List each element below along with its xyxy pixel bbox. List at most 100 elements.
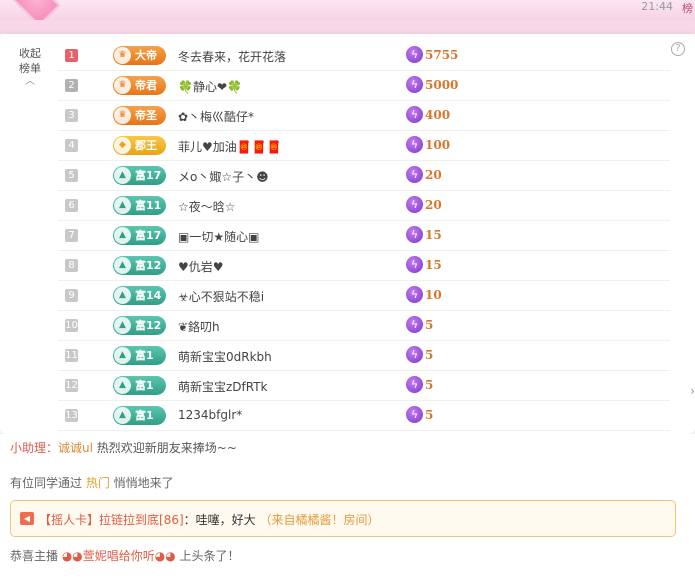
level-icon: ▲	[114, 167, 131, 184]
ranking-row[interactable]: 3 ♛ 帝圣 ✿丶梅巛酷仔* ϟ 400	[58, 101, 670, 131]
badge-label: 富1	[135, 379, 154, 392]
ranking-row[interactable]: 4 ◆ 郡王 菲儿♥加油🧧🧧🧧 ϟ 100	[58, 131, 670, 161]
ranking-row[interactable]: 11 ▲ 富1 萌新宝宝0dRkbh ϟ 5	[58, 341, 670, 371]
username[interactable]: 1234bfglr*	[178, 408, 242, 422]
badge-label: 郡王	[135, 139, 157, 152]
ranking-row[interactable]: 1 ♛ 大帝 冬去春来，花开花落 ϟ 5755	[58, 41, 670, 71]
level-badge: ▲ 富12	[113, 256, 166, 275]
lightning-icon: ϟ	[406, 226, 423, 243]
top-tab-label[interactable]: 榜	[682, 0, 693, 16]
rank-number: 7	[65, 229, 78, 242]
contribution-amount: 15	[425, 228, 442, 242]
ranking-panel: 收起 榜单 ︿ ? 1 ♛ 大帝 冬去春来，花开花落 ϟ 5755 2 ♛ 帝君 🍀静心❤🍀 ϟ 50…	[0, 34, 695, 434]
shake-card-tag: 【摇人卡】	[39, 513, 100, 527]
crown-icon: ♛	[114, 47, 131, 64]
chevron-right-icon[interactable]: ›	[690, 384, 695, 398]
ranking-row[interactable]: 7 ▲ 富17 ▣一切★随心▣ ϟ 15	[58, 221, 670, 251]
level-badge: ▲ 富1	[113, 406, 166, 425]
level-badge: ▲ 富1	[113, 376, 166, 395]
lightning-icon: ϟ	[406, 196, 423, 213]
badge-label: 富17	[135, 169, 162, 182]
username[interactable]: メo丶娵☆子丶☻	[178, 168, 269, 185]
username[interactable]: ☣心不狠站不稳i	[178, 288, 264, 305]
username[interactable]: 萌新宝宝zDfRTk	[178, 378, 268, 395]
crown-icon: ♛	[114, 107, 131, 124]
chevron-up-icon: ︿	[25, 76, 35, 87]
shake-card-message: ◀ 【摇人卡】拉链拉到底[86]：哇噻，好大 （来自橘橘酱！房间）	[10, 500, 676, 537]
username[interactable]: 🍀静心❤🍀	[178, 78, 242, 95]
level-badge: ▲ 富11	[113, 196, 166, 215]
badge-label: 富11	[135, 199, 162, 212]
rank-number: 9	[65, 289, 78, 302]
contribution-amount: 5000	[425, 78, 459, 92]
username[interactable]: ✿丶梅巛酷仔*	[178, 108, 254, 125]
ranking-row[interactable]: 5 ▲ 富17 メo丶娵☆子丶☻ ϟ 20	[58, 161, 670, 191]
level-badge: ▲ 富1	[113, 346, 166, 365]
helper-text: 热烈欢迎新朋友来捧场~~	[92, 441, 237, 455]
username[interactable]: ▣一切★随心▣	[178, 228, 259, 245]
level-badge: ▲ 富17	[113, 226, 166, 245]
crown-icon: ♛	[114, 77, 131, 94]
contribution-amount: 5	[425, 408, 434, 422]
rank-number: 8	[65, 259, 78, 272]
ranking-row[interactable]: 12 ▲ 富1 萌新宝宝zDfRTk ϟ 5	[58, 371, 670, 401]
contribution-amount: 5755	[425, 48, 459, 62]
lightning-icon: ϟ	[406, 286, 423, 303]
hot-link[interactable]: 热门	[86, 476, 110, 490]
badge-label: 帝圣	[135, 109, 157, 122]
lightning-icon: ϟ	[406, 46, 423, 63]
username[interactable]: ❦鉻叨h	[178, 318, 220, 335]
badge-label: 富1	[135, 409, 154, 422]
ranking-row[interactable]: 10 ▲ 富12 ❦鉻叨h ϟ 5	[58, 311, 670, 341]
ranking-row[interactable]: 13 ▲ 富1 1234bfglr* ϟ 5	[58, 401, 670, 431]
contribution-amount: 20	[425, 198, 442, 212]
username[interactable]: ♥仇岩♥	[178, 258, 224, 275]
level-badge: ♛ 大帝	[113, 46, 166, 65]
medal-icon: ◆	[114, 137, 131, 154]
helper-name: 小助理：	[10, 441, 59, 455]
level-icon: ▲	[114, 377, 131, 394]
chat-message-join: 有位同学通过 热门 悄悄地来了	[10, 474, 174, 491]
level-icon: ▲	[114, 227, 131, 244]
shake-card-text: 【摇人卡】拉链拉到底[86]：哇噻，好大 （来自橘橘酱！房间）	[39, 511, 380, 528]
lightning-icon: ϟ	[406, 106, 423, 123]
level-icon: ▲	[114, 347, 131, 364]
badge-label: 大帝	[135, 49, 157, 62]
lightning-icon: ϟ	[406, 136, 423, 153]
username[interactable]: 菲儿♥加油🧧🧧🧧	[178, 138, 282, 155]
megaphone-icon: ◀	[20, 512, 34, 525]
ranking-row[interactable]: 6 ▲ 富11 ☆夜～晗☆ ϟ 20	[58, 191, 670, 221]
contribution-amount: 20	[425, 168, 442, 182]
headline-anchor-name[interactable]: ◕◕萱妮唱给你听◕◕	[62, 549, 176, 563]
helper-username[interactable]: 诚诚ul	[58, 441, 93, 455]
username[interactable]: 冬去春来，花开花落	[178, 48, 286, 65]
badge-label: 富17	[135, 229, 162, 242]
join-suffix: 悄悄地来了	[109, 476, 174, 490]
shake-card-source[interactable]: （来自橘橘酱！房间）	[260, 513, 380, 527]
level-icon: ▲	[114, 317, 131, 334]
headline-suffix: 上头条了！	[175, 549, 240, 563]
level-badge: ♛ 帝圣	[113, 106, 166, 125]
level-icon: ▲	[114, 287, 131, 304]
contribution-amount: 5	[425, 318, 434, 332]
rank-number: 13	[65, 409, 78, 422]
level-icon: ▲	[114, 407, 131, 424]
ranking-row[interactable]: 2 ♛ 帝君 🍀静心❤🍀 ϟ 5000	[58, 71, 670, 101]
rank-number: 4	[65, 139, 78, 152]
level-badge: ▲ 富12	[113, 316, 166, 335]
username[interactable]: 萌新宝宝0dRkbh	[178, 348, 272, 365]
rank-number: 12	[65, 379, 78, 392]
badge-label: 帝君	[135, 79, 157, 92]
lightning-icon: ϟ	[406, 256, 423, 273]
ranking-row[interactable]: 8 ▲ 富12 ♥仇岩♥ ϟ 15	[58, 251, 670, 281]
header-band	[0, 20, 695, 34]
shake-card-user[interactable]: 拉链拉到底[86]	[99, 513, 184, 527]
username[interactable]: ☆夜～晗☆	[178, 198, 236, 215]
level-badge: ▲ 富14	[113, 286, 166, 305]
ranking-row[interactable]: 9 ▲ 富14 ☣心不狠站不稳i ϟ 10	[58, 281, 670, 311]
contribution-amount: 5	[425, 348, 434, 362]
shake-card-sep: ：	[183, 513, 196, 527]
help-icon[interactable]: ?	[671, 42, 685, 56]
level-badge: ♛ 帝君	[113, 76, 166, 95]
collapse-ranking-button[interactable]: 收起 榜单 ︿	[14, 46, 46, 88]
